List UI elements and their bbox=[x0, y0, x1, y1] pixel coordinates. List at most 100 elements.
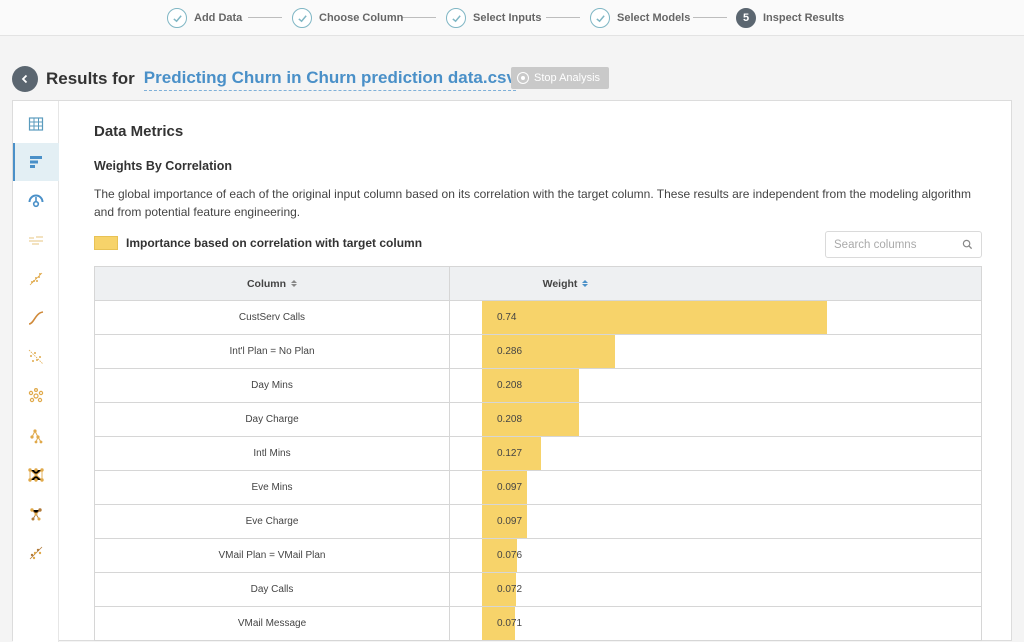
table-icon bbox=[27, 115, 45, 133]
weight-cell: 0.127 bbox=[450, 437, 981, 470]
legend-label: Importance based on correlation with tar… bbox=[126, 236, 422, 250]
stop-analysis-button[interactable]: Stop Analysis bbox=[511, 67, 609, 89]
table-row[interactable]: Eve Charge 0.097 bbox=[95, 505, 981, 539]
check-icon bbox=[167, 8, 187, 28]
network-icon bbox=[27, 466, 45, 484]
table-header: Column Weight bbox=[95, 267, 981, 301]
step-connector bbox=[248, 17, 282, 18]
step-label: Select Models bbox=[617, 12, 690, 24]
stop-analysis-label: Stop Analysis bbox=[534, 72, 600, 84]
check-icon bbox=[590, 8, 610, 28]
weight-cell: 0.076 bbox=[450, 539, 981, 572]
weights-table: Column Weight CustServ Calls0.74Int'l Pl… bbox=[94, 266, 982, 641]
back-button[interactable] bbox=[12, 66, 38, 92]
sidebar-item-text-chart[interactable] bbox=[13, 221, 59, 259]
step-inspect-results[interactable]: 5 Inspect Results bbox=[736, 7, 844, 29]
weight-cell: 0.74 bbox=[450, 301, 981, 334]
sidebar-item-tree[interactable] bbox=[13, 417, 59, 455]
search-box[interactable] bbox=[825, 231, 982, 258]
step-choose-column[interactable]: Choose Column bbox=[292, 7, 403, 29]
table-row[interactable]: VMail Plan = VMail Plan0.076 bbox=[95, 539, 981, 573]
weight-value: 0.072 bbox=[497, 573, 522, 606]
hierarchy-icon bbox=[27, 505, 45, 523]
analysis-title-link[interactable]: Predicting Churn in Churn prediction dat… bbox=[144, 68, 516, 91]
table-row[interactable]: VMail Message 0.071 bbox=[95, 607, 981, 641]
weight-header-label: Weight bbox=[543, 278, 578, 290]
step-label: Choose Column bbox=[319, 12, 403, 24]
step-select-models[interactable]: Select Models bbox=[590, 7, 690, 29]
tree-icon bbox=[27, 427, 45, 445]
column-name-cell: Day Charge bbox=[95, 403, 450, 436]
check-icon bbox=[446, 8, 466, 28]
column-name-cell: Eve Charge bbox=[95, 505, 450, 538]
column-header[interactable]: Column bbox=[95, 267, 450, 300]
step-add-data[interactable]: Add Data bbox=[167, 7, 242, 29]
section-title: Weights By Correlation bbox=[94, 159, 232, 173]
weight-value: 0.076 bbox=[497, 539, 522, 572]
sidebar-item-curve[interactable] bbox=[13, 299, 59, 337]
section-description: The global importance of each of the ori… bbox=[94, 185, 974, 221]
sort-icon bbox=[582, 280, 588, 287]
weight-value: 0.208 bbox=[497, 369, 522, 402]
weight-cell: 0.208 bbox=[450, 369, 981, 402]
column-name-cell: CustServ Calls bbox=[95, 301, 450, 334]
sidebar-item-scatter-dots[interactable] bbox=[13, 534, 59, 572]
table-row[interactable]: Day Charge 0.208 bbox=[95, 403, 981, 437]
table-row[interactable]: Day Calls0.072 bbox=[95, 573, 981, 607]
sidebar-item-hierarchy[interactable] bbox=[13, 495, 59, 533]
progress-stepper: Add Data Choose Column Select Inputs Sel… bbox=[0, 0, 1024, 36]
sidebar-item-scatter[interactable] bbox=[13, 260, 59, 298]
column-name-cell: VMail Message bbox=[95, 607, 450, 640]
weight-value: 0.286 bbox=[497, 335, 522, 368]
sidebar-item-gauge[interactable] bbox=[13, 181, 59, 219]
cluster-icon bbox=[27, 387, 45, 405]
column-name-cell: Intl Mins bbox=[95, 437, 450, 470]
weight-value: 0.208 bbox=[497, 403, 522, 436]
bar-chart-icon bbox=[28, 153, 46, 171]
weight-value: 0.127 bbox=[497, 437, 522, 470]
scatter-icon bbox=[27, 270, 45, 288]
weight-value: 0.071 bbox=[497, 607, 522, 640]
table-row[interactable]: Intl Mins 0.127 bbox=[95, 437, 981, 471]
weight-cell: 0.097 bbox=[450, 471, 981, 504]
text-chart-icon bbox=[27, 231, 45, 249]
sidebar-item-weights[interactable] bbox=[13, 143, 59, 181]
curve-icon bbox=[27, 309, 45, 327]
weight-value: 0.097 bbox=[497, 471, 522, 504]
weight-value: 0.097 bbox=[497, 505, 522, 538]
table-row[interactable]: CustServ Calls 0.74 bbox=[95, 301, 981, 335]
weight-value: 0.74 bbox=[497, 301, 516, 334]
step-select-inputs[interactable]: Select Inputs bbox=[446, 7, 541, 29]
search-input[interactable] bbox=[834, 239, 954, 251]
scatter-line-icon bbox=[27, 348, 45, 366]
weight-cell: 0.286 bbox=[450, 335, 981, 368]
check-icon bbox=[292, 8, 312, 28]
column-header-label: Column bbox=[247, 278, 286, 290]
column-name-cell: Int'l Plan = No Plan bbox=[95, 335, 450, 368]
weight-cell: 0.097 bbox=[450, 505, 981, 538]
column-name-cell: Day Mins bbox=[95, 369, 450, 402]
sidebar bbox=[13, 101, 59, 642]
table-row[interactable]: Eve Mins0.097 bbox=[95, 471, 981, 505]
page-title: Data Metrics bbox=[94, 123, 183, 140]
legend-swatch bbox=[94, 236, 118, 250]
search-icon bbox=[962, 239, 973, 250]
weight-header[interactable]: Weight bbox=[450, 267, 681, 300]
step-label: Select Inputs bbox=[473, 12, 541, 24]
weight-cell: 0.208 bbox=[450, 403, 981, 436]
sidebar-item-network[interactable] bbox=[13, 456, 59, 494]
weight-cell: 0.071 bbox=[450, 607, 981, 640]
table-row[interactable]: Int'l Plan = No Plan 0.286 bbox=[95, 335, 981, 369]
table-row[interactable]: Day Mins 0.208 bbox=[95, 369, 981, 403]
step-label: Inspect Results bbox=[763, 12, 844, 24]
results-header: Results for Predicting Churn in Churn pr… bbox=[12, 64, 516, 94]
sidebar-item-table[interactable] bbox=[13, 105, 59, 143]
scatter-dots-icon bbox=[27, 544, 45, 562]
legend: Importance based on correlation with tar… bbox=[94, 236, 422, 250]
sidebar-item-scatter-line[interactable] bbox=[13, 338, 59, 376]
chevron-left-icon bbox=[20, 74, 30, 84]
step-connector bbox=[402, 17, 436, 18]
gauge-icon bbox=[27, 191, 45, 209]
sidebar-item-cluster[interactable] bbox=[13, 377, 59, 415]
sort-icon bbox=[291, 280, 297, 287]
